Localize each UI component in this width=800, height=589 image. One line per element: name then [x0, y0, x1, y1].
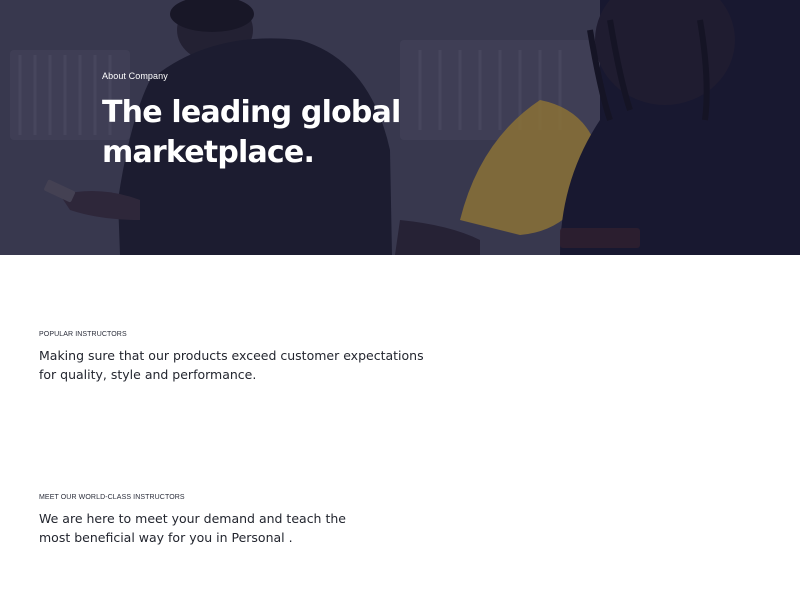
hero-banner: About Company The leading global marketp… [0, 0, 800, 255]
hero-eyebrow: About Company [102, 71, 168, 81]
section-lead: Making sure that our products exceed cus… [39, 348, 424, 382]
world-class-instructors-section: MEET OUR WORLD-CLASS INSTRUCTORS We are … [39, 494, 359, 547]
section-eyebrow: POPULAR INSTRUCTORS [39, 331, 127, 338]
popular-instructors-section: POPULAR INSTRUCTORS Making sure that our… [39, 331, 439, 384]
hero-title: The leading global marketplace. [102, 95, 401, 170]
section-lead: We are here to meet your demand and teac… [39, 511, 346, 545]
section-eyebrow: MEET OUR WORLD-CLASS INSTRUCTORS [39, 494, 185, 501]
